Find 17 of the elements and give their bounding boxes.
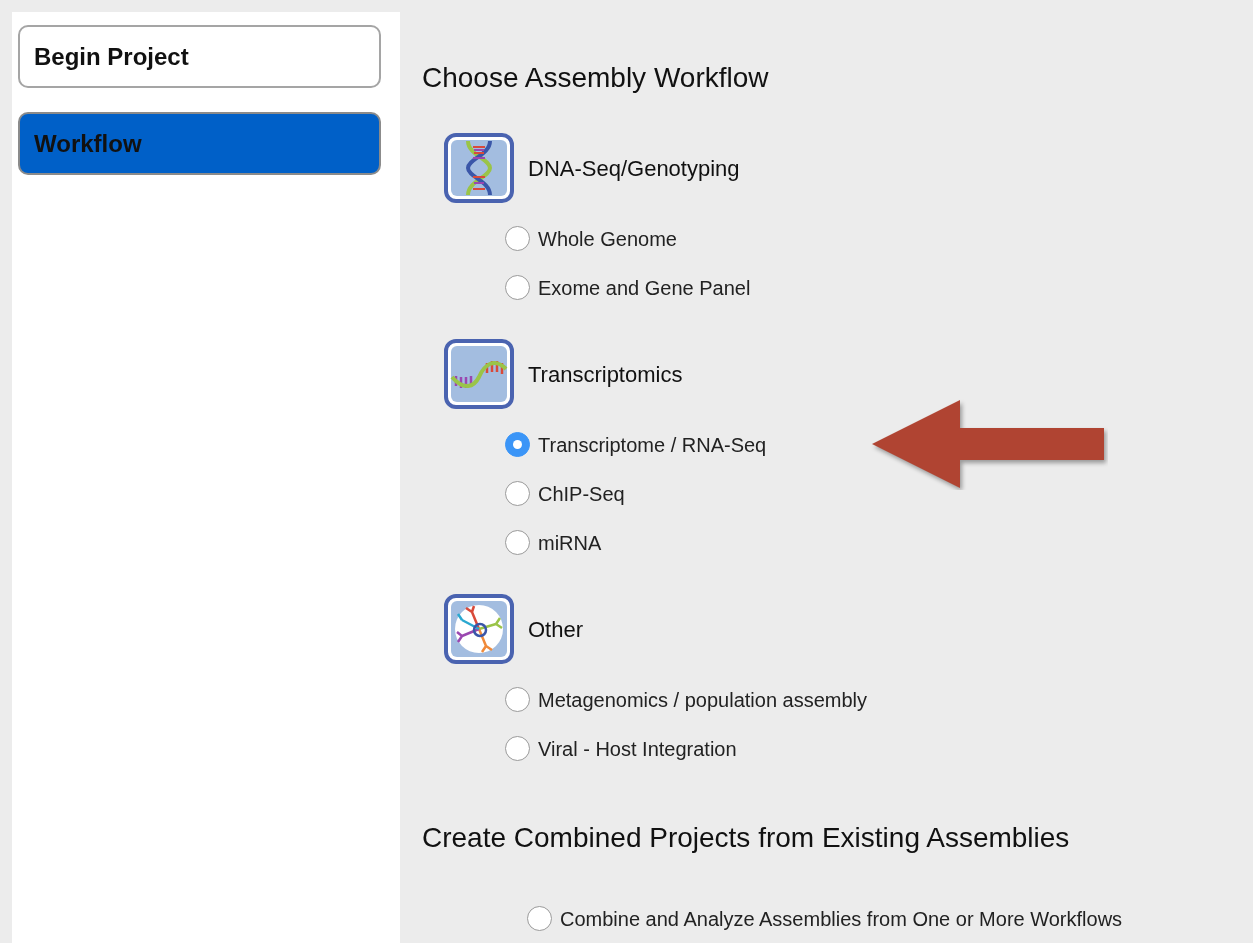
radio-option[interactable]: Metagenomics / population assembly xyxy=(505,675,868,724)
group-title: Transcriptomics xyxy=(528,360,683,389)
radio-option[interactable]: miRNA xyxy=(505,518,602,567)
group-title: Other xyxy=(528,615,584,644)
wave-icon xyxy=(444,339,514,409)
section-heading: Create Combined Projects from Existing Assemblies xyxy=(422,821,1071,855)
radio-option[interactable]: ChIP-Seq xyxy=(505,469,625,518)
tree-icon xyxy=(444,594,514,664)
radio-option[interactable]: Viral - Host Integration xyxy=(505,724,737,773)
dna-icon xyxy=(444,133,514,203)
sidebar-item[interactable]: Begin Project xyxy=(18,25,381,88)
radio-option[interactable]: Exome and Gene Panel xyxy=(505,263,751,312)
radio-option[interactable]: Whole Genome xyxy=(505,214,677,263)
radio-option[interactable]: Combine and Analyze Assemblies from One or More Workflows xyxy=(527,894,1123,943)
radio-option[interactable]: Transcriptome / RNA-Seq xyxy=(505,420,767,469)
section-heading: Choose Assembly Workflow xyxy=(422,61,770,95)
group-title: DNA-Seq/Genotyping xyxy=(528,154,740,183)
